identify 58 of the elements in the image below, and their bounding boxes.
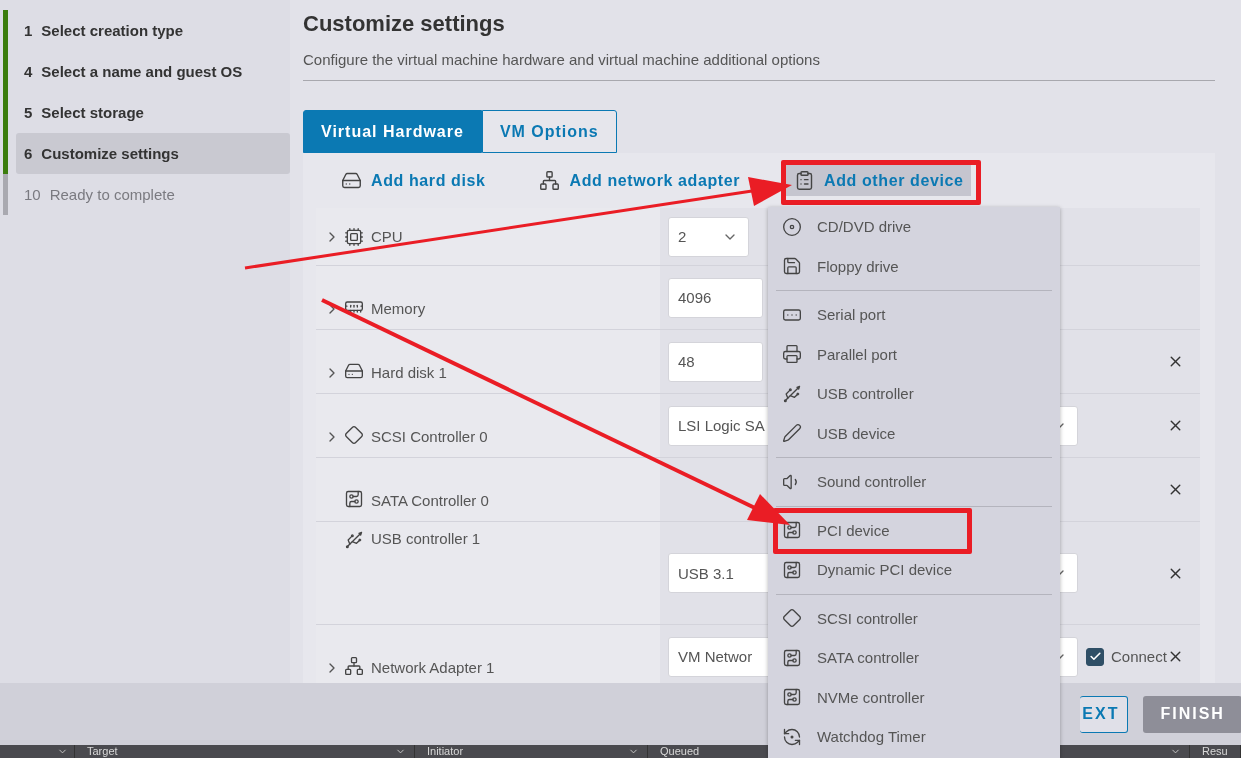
dropdown[interactable]: 2: [668, 216, 749, 257]
network-icon: [344, 656, 364, 676]
page-subtitle: Configure the virtual machine hardware and virtual machine additional options: [303, 50, 1215, 81]
input-field[interactable]: 48: [668, 341, 763, 382]
usb-icon: [344, 530, 364, 550]
column-header[interactable]: Resu: [1202, 745, 1228, 758]
expansion-card-icon: [782, 559, 802, 580]
menu-item[interactable]: SATA controller: [768, 638, 1060, 678]
wizard-step[interactable]: 5 Select storage: [16, 92, 290, 133]
printer-icon: [782, 344, 802, 365]
checkbox-label: Connect: [1111, 648, 1167, 665]
wizard-step[interactable]: 4 Select a name and guest OS: [16, 51, 290, 92]
menu-item[interactable]: CD/DVD drive: [768, 207, 1060, 247]
column-header[interactable]: Initiator: [427, 745, 464, 758]
wizard-step[interactable]: 1 Select creation type: [16, 10, 290, 51]
floppy-icon: [782, 256, 802, 277]
expansion-card-icon: [782, 647, 802, 668]
expansion-card-icon: [344, 489, 364, 509]
expansion-card-icon: [782, 687, 802, 708]
wizard-step[interactable]: 6 Customize settings: [16, 133, 290, 174]
menu-item[interactable]: Parallel port: [768, 334, 1060, 374]
device-label: Hard disk 1: [371, 364, 447, 381]
device-label: SATA Controller 0: [371, 492, 489, 509]
device-label: Memory: [371, 300, 426, 317]
checkbox[interactable]: [1086, 647, 1104, 666]
disc-icon: [782, 216, 802, 237]
input-field[interactable]: 4096: [668, 277, 763, 318]
menu-item[interactable]: PCI device: [768, 510, 1060, 550]
menu-item[interactable]: Watchdog Timer: [768, 717, 1060, 757]
menu-item[interactable]: Dynamic PCI device: [768, 550, 1060, 590]
toolbar-button[interactable]: Add network adapter: [531, 165, 749, 196]
menu-item[interactable]: Serial port: [768, 295, 1060, 335]
menu-item[interactable]: USB controller: [768, 374, 1060, 414]
page-title: Customize settings: [303, 10, 506, 38]
device-label: Network Adapter 1: [371, 659, 495, 676]
check-icon: [1088, 650, 1102, 663]
diamond-icon: [344, 425, 364, 445]
toolbar-button[interactable]: Add hard disk: [333, 165, 494, 196]
toolbar-button[interactable]: Add other device: [786, 165, 972, 196]
usb-icon: [782, 383, 802, 404]
chip-icon: [344, 226, 364, 247]
column-header[interactable]: Target: [87, 745, 118, 758]
tab[interactable]: VM Options: [481, 110, 617, 153]
expansion-card-icon: [782, 520, 802, 541]
circular-arrows-icon: [782, 726, 802, 747]
wizard-step[interactable]: 10 Ready to complete: [16, 174, 290, 215]
diamond-icon: [782, 608, 802, 629]
device-label: CPU: [371, 228, 403, 245]
column-header[interactable]: Queued: [660, 745, 700, 758]
footer-button[interactable]: EXT: [1080, 695, 1129, 733]
menu-item[interactable]: NVMe controller: [768, 677, 1060, 717]
menu-item[interactable]: SCSI controller: [768, 598, 1060, 638]
network-icon: [539, 170, 561, 191]
menu-item[interactable]: USB device: [768, 413, 1060, 453]
device-label: SCSI Controller 0: [371, 428, 488, 445]
device-label: USB controller 1: [371, 530, 481, 547]
tab[interactable]: Virtual Hardware: [303, 110, 482, 153]
menu-item[interactable]: Floppy drive: [768, 246, 1060, 286]
